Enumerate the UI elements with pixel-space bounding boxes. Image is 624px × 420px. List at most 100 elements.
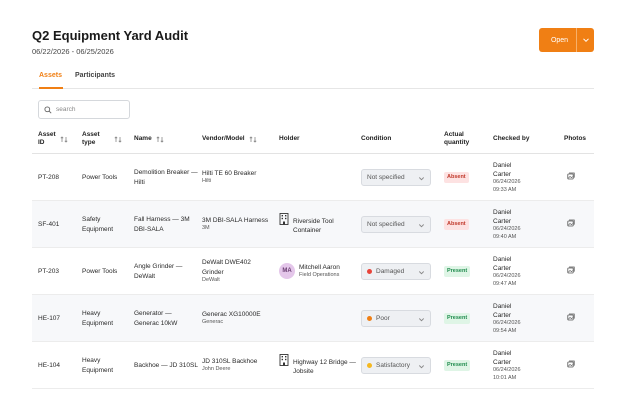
asset-model: DeWalt DWE402 Grinder [202,259,251,276]
condition-dot [367,269,372,274]
table-header: Asset ID Asset type Name Vendor/Model Ho… [32,124,594,154]
open-button-label: Open [550,36,569,44]
chevron-down-icon [418,175,425,185]
table-row[interactable]: HE-104 Heavy Equipment Backhoe — JD 310SL J… [32,342,594,389]
sort-icon[interactable] [60,135,68,143]
column-checked-by-label: Checked by [493,134,530,142]
photo-gallery-icon[interactable] [567,313,575,324]
table-row[interactable]: HE-107 Heavy Equipment Generator — Generac… [32,295,594,342]
condition-value: Poor [376,314,390,322]
asset-name[interactable]: Angle Grinder — DeWalt [134,262,198,281]
asset-id: HE-104 [38,361,61,369]
asset-name[interactable]: Fall Harness — 3M DBI-SALA [134,215,198,234]
asset-name[interactable]: Backhoe — JD 310SL [134,361,198,370]
column-asset-type[interactable]: Asset type [82,124,122,154]
avatar: MA [279,263,295,280]
column-asset-id[interactable]: Asset ID [38,124,68,154]
checker-name: Daniel Carter [493,161,512,178]
condition-select[interactable]: Satisfactory [361,357,431,374]
tab-assets[interactable]: Assets [39,72,63,89]
photo-gallery-icon[interactable] [567,172,575,183]
checked-date: 06/24/2026 [493,319,521,326]
condition-value: Damaged [376,267,405,275]
checked-date: 06/24/2026 [493,366,521,373]
sort-icon[interactable] [156,135,164,143]
asset-type: Heavy Equipment [82,357,114,374]
asset-vendor: Generac [202,319,224,326]
chevron-down-icon [418,222,425,232]
checked-date: 06/24/2026 [493,225,521,232]
column-photos-label: Photos [564,134,587,142]
condition-dot [367,316,372,321]
condition-value: Not specified [367,173,405,181]
holder-name: Mitchell Aaron [299,263,340,271]
column-asset-type-label: Asset type [82,130,100,146]
checker-name: Daniel Carter [493,302,512,319]
column-condition: Condition [361,124,391,154]
asset-model: JD 310SL Backhoe [202,357,258,365]
condition-select[interactable]: Poor [361,310,431,327]
page-header: Q2 Equipment Yard Audit 06/22/2026 - 06/… [32,28,188,56]
asset-id: PT-208 [38,173,59,181]
checked-time: 09:54 AM [493,327,517,334]
asset-type: Power Tools [82,173,118,181]
table-row[interactable]: PT-203 Power Tools Angle Grinder — DeWalt D… [32,248,594,295]
table-row[interactable]: PT-208 Power Tools Demolition Breaker — Hi… [32,154,594,201]
asset-model: 3M DBI-SALA Harness [202,216,269,224]
audit-date-range: 06/22/2026 - 06/25/2026 [32,47,114,56]
checked-date: 06/24/2026 [493,178,521,185]
chevron-down-icon[interactable] [577,36,594,44]
asset-id: HE-107 [38,314,61,322]
quantity-badge: Absent [444,171,469,184]
open-status-button[interactable]: Open [539,28,594,52]
asset-model: Hilti TE 60 Breaker [202,169,257,177]
holder-name: Riverside Tool Container [293,217,334,235]
column-name[interactable]: Name [134,124,164,154]
search-input[interactable] [56,106,126,113]
column-holder-label: Holder [279,134,300,142]
tab-bar: Assets Participants [32,68,594,89]
photo-gallery-icon[interactable] [567,360,575,371]
asset-model: Generac XG10000E [202,310,261,318]
quantity-badge: Present [444,265,471,278]
column-quantity-label: Actual quantity [444,130,470,146]
photo-gallery-icon[interactable] [567,266,575,277]
column-quantity: Actual quantity [444,124,469,154]
checked-time: 09:40 AM [493,233,517,240]
asset-type: Heavy Equipment [82,310,114,327]
asset-id: SF-401 [38,220,60,228]
condition-select[interactable]: Not specified [361,216,431,233]
checked-time: 09:33 AM [493,186,517,193]
photo-gallery-icon[interactable] [567,219,575,230]
page-title: Q2 Equipment Yard Audit [32,28,189,43]
checker-name: Daniel Carter [493,255,512,272]
condition-value: Satisfactory [376,361,410,369]
asset-type: Power Tools [82,267,118,275]
checker-name: Daniel Carter [493,349,512,366]
asset-name[interactable]: Generator — Generac 10kW [134,309,198,328]
asset-name[interactable]: Demolition Breaker — Hilti [134,168,198,187]
table-row[interactable]: SF-401 Safety Equipment Fall Harness — 3M … [32,201,594,248]
column-photos: Photos [564,124,586,154]
sort-icon[interactable] [249,135,257,143]
checked-date: 06/24/2026 [493,272,521,279]
condition-select[interactable]: Damaged [361,263,431,280]
holder-department: Field Operations [299,272,340,279]
column-checked-by: Checked by [493,124,530,154]
checked-time: 09:47 AM [493,280,517,287]
holder-person: MA Mitchell Aaron Field Operations [279,263,359,280]
quantity-badge: Absent [444,218,469,231]
chevron-down-icon [418,316,425,326]
asset-vendor: John Deere [202,366,231,373]
column-condition-label: Condition [361,134,392,142]
quantity-badge: Present [444,359,471,372]
asset-id: PT-203 [38,267,59,275]
checked-time: 10:01 AM [493,374,517,381]
column-vendor-model[interactable]: Vendor/Model [202,124,257,154]
column-name-label: Name [134,134,152,142]
search-box[interactable] [38,100,130,119]
condition-select[interactable]: Not specified [361,169,431,186]
tab-participants[interactable]: Participants [75,72,115,89]
asset-vendor: 3M [202,225,210,232]
sort-icon[interactable] [114,135,122,143]
